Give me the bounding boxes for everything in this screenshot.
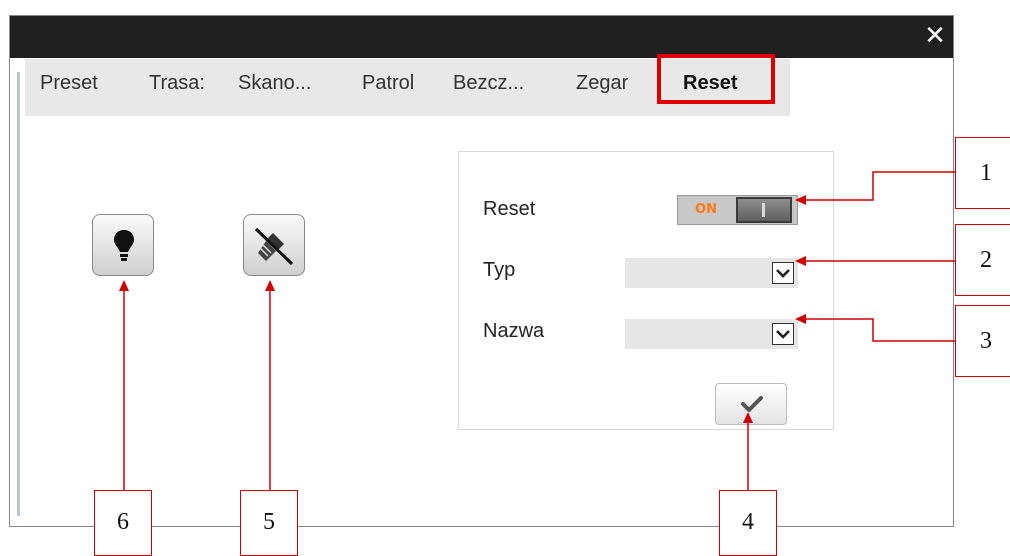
name-select[interactable] <box>625 319 798 349</box>
toggle-knob[interactable] <box>736 197 792 223</box>
tab-strip: Preset Trasa: Skano... Patrol Bezcz... Z… <box>25 59 790 116</box>
tab-patrol[interactable]: Patrol <box>362 72 414 95</box>
chevron-down-icon[interactable] <box>772 323 794 345</box>
reset-dialog: ✕ Preset Trasa: Skano... Patrol Bezcz...… <box>9 15 954 527</box>
close-icon[interactable]: ✕ <box>921 22 949 50</box>
tab-bezczynnosc[interactable]: Bezcz... <box>453 72 524 95</box>
callout-3: 3 <box>955 305 1010 377</box>
tab-zegar[interactable]: Zegar <box>576 72 628 95</box>
tab-reset[interactable]: Reset <box>683 72 737 95</box>
reset-label: Reset <box>483 198 536 220</box>
callout-2: 2 <box>955 224 1010 296</box>
light-bulb-icon <box>114 230 134 261</box>
type-select[interactable] <box>625 258 798 288</box>
light-button[interactable] <box>92 214 154 276</box>
reset-toggle[interactable]: ON <box>677 195 798 225</box>
confirm-button[interactable] <box>715 383 787 425</box>
callout-6: 6 <box>94 490 152 556</box>
title-bar: ✕ <box>10 16 953 58</box>
callout-4: 4 <box>719 490 777 556</box>
wiper-button[interactable] <box>243 214 305 276</box>
left-accent-bar <box>17 72 20 516</box>
tab-skanowanie[interactable]: Skano... <box>238 72 311 95</box>
wiper-off-icon <box>254 227 294 266</box>
name-label: Nazwa <box>483 320 545 342</box>
type-label: Typ <box>483 259 516 281</box>
checkmark-icon <box>741 396 763 412</box>
tab-preset[interactable]: Preset <box>40 72 98 95</box>
chevron-down-icon[interactable] <box>772 262 794 284</box>
callout-1: 1 <box>955 137 1010 209</box>
tab-trasa[interactable]: Trasa: <box>149 72 205 95</box>
toggle-on-text: ON <box>695 202 717 217</box>
callout-5: 5 <box>240 490 298 556</box>
reset-settings-panel: Reset ON Typ Nazwa <box>458 151 834 430</box>
